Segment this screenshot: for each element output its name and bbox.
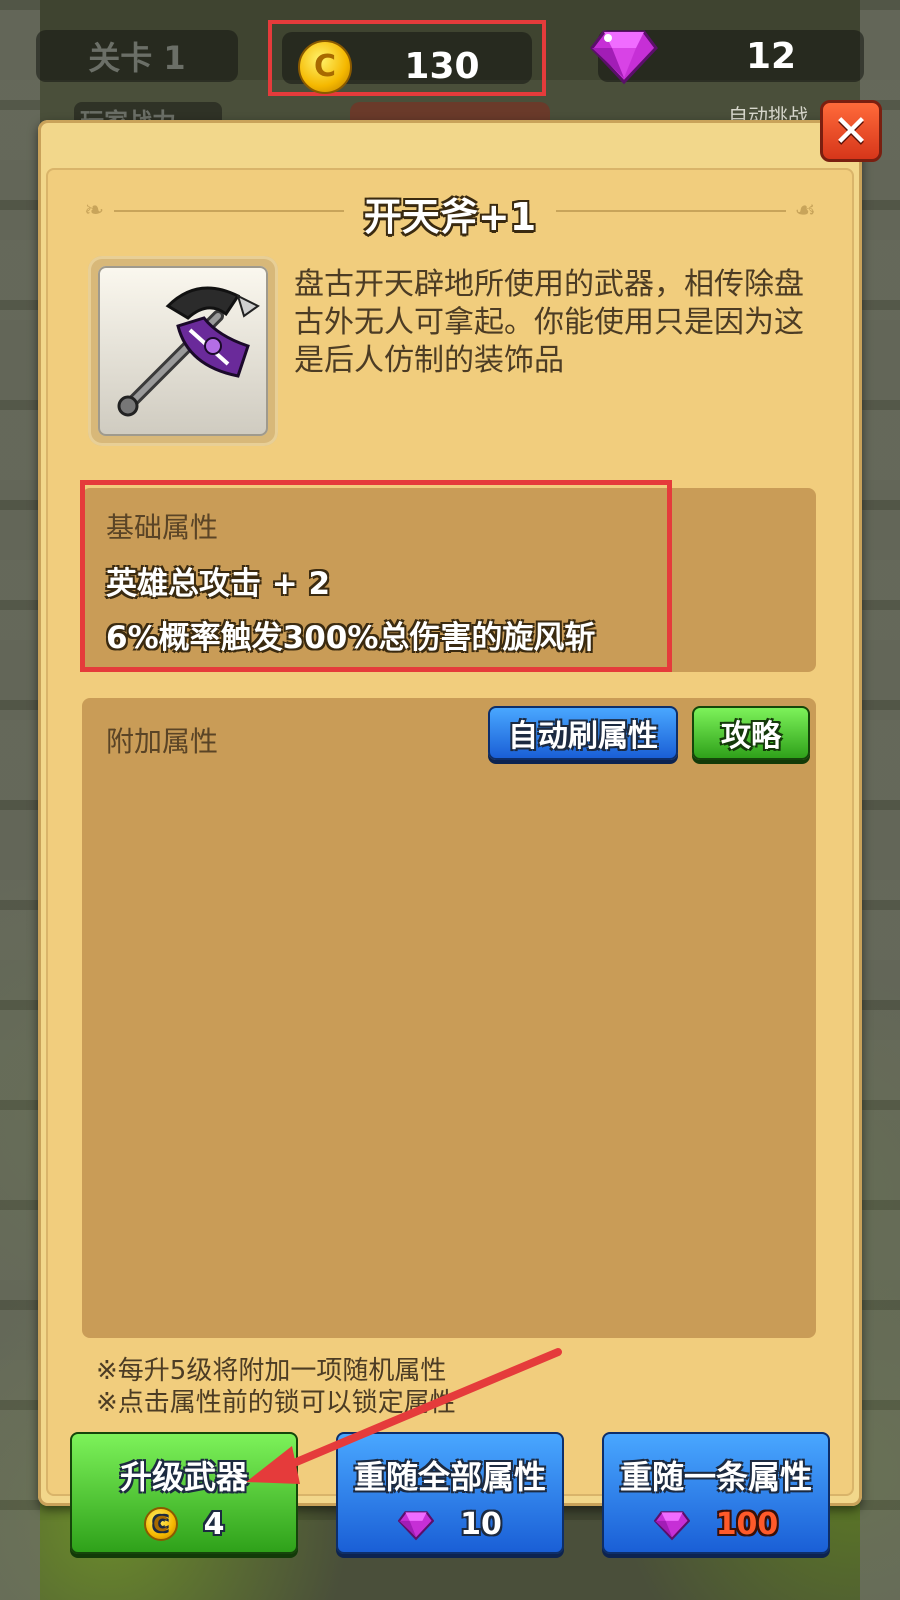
stone-wall-right (860, 0, 900, 1600)
weapon-title: 开天斧+1 (363, 195, 537, 239)
coin-counter-highlight: C 130 (268, 20, 546, 96)
reroll-one-button[interactable]: 重随一条属性 100 (602, 1432, 830, 1554)
reroll-all-label: 重随全部属性 (353, 1458, 546, 1496)
upgrade-weapon-label: 升级武器 (119, 1458, 248, 1496)
extra-attributes-box (82, 698, 816, 1338)
level-indicator: 关卡 1 (36, 30, 238, 82)
extra-attributes-label: 附加属性 (106, 725, 219, 758)
auto-refresh-button[interactable]: 自动刷属性 (488, 706, 678, 760)
coin-icon: C (298, 40, 352, 94)
upgrade-cost: C 4 (72, 1504, 296, 1544)
weapon-description: 盘古开天辟地所使用的武器，相传除盘古外无人可拿起。你能使用只是因为这是后人仿制的… (294, 267, 804, 378)
close-icon: ✕ (832, 105, 870, 157)
weapon-icon-background (98, 266, 268, 436)
reroll-all-button[interactable]: 重随全部属性 10 (336, 1432, 564, 1554)
reroll-one-label: 重随一条属性 (619, 1458, 812, 1496)
gem-amount: 12 (745, 35, 797, 77)
axe-icon (117, 286, 260, 417)
gem-icon (398, 1511, 435, 1541)
close-button[interactable]: ✕ (820, 100, 882, 162)
coin-icon: C (143, 1507, 178, 1541)
coin-counter: C 130 (282, 32, 532, 94)
reroll-all-cost: 10 (338, 1504, 562, 1544)
note-lock-attribute: ※点击属性前的锁可以锁定属性 (96, 1388, 456, 1418)
gem-icon (653, 1511, 690, 1541)
upgrade-weapon-button[interactable]: 升级武器 C 4 (70, 1432, 298, 1554)
stone-wall-left (0, 0, 40, 1600)
weapon-icon-frame (88, 256, 278, 446)
guide-button[interactable]: 攻略 (692, 706, 810, 760)
upgrade-cost-value: 4 (203, 1506, 225, 1542)
gem-icon (590, 22, 658, 86)
coin-amount: 130 (404, 45, 480, 87)
title-row: ❧ 开天斧+1 ☙ (84, 186, 816, 239)
reroll-one-cost: 100 (604, 1504, 828, 1544)
divider-right (556, 210, 786, 212)
base-attribute-attack: 英雄总攻击 + 2 (106, 566, 331, 602)
base-attributes-label: 基础属性 (106, 511, 219, 544)
reroll-one-cost-value: 100 (715, 1506, 779, 1542)
gem-counter: 12 (590, 30, 864, 85)
base-attribute-whirlwind: 6%概率触发300%总伤害的旋风斩 (106, 620, 596, 656)
reroll-all-cost-value: 10 (460, 1506, 502, 1542)
ornament-right-icon: ☙ (794, 196, 816, 224)
